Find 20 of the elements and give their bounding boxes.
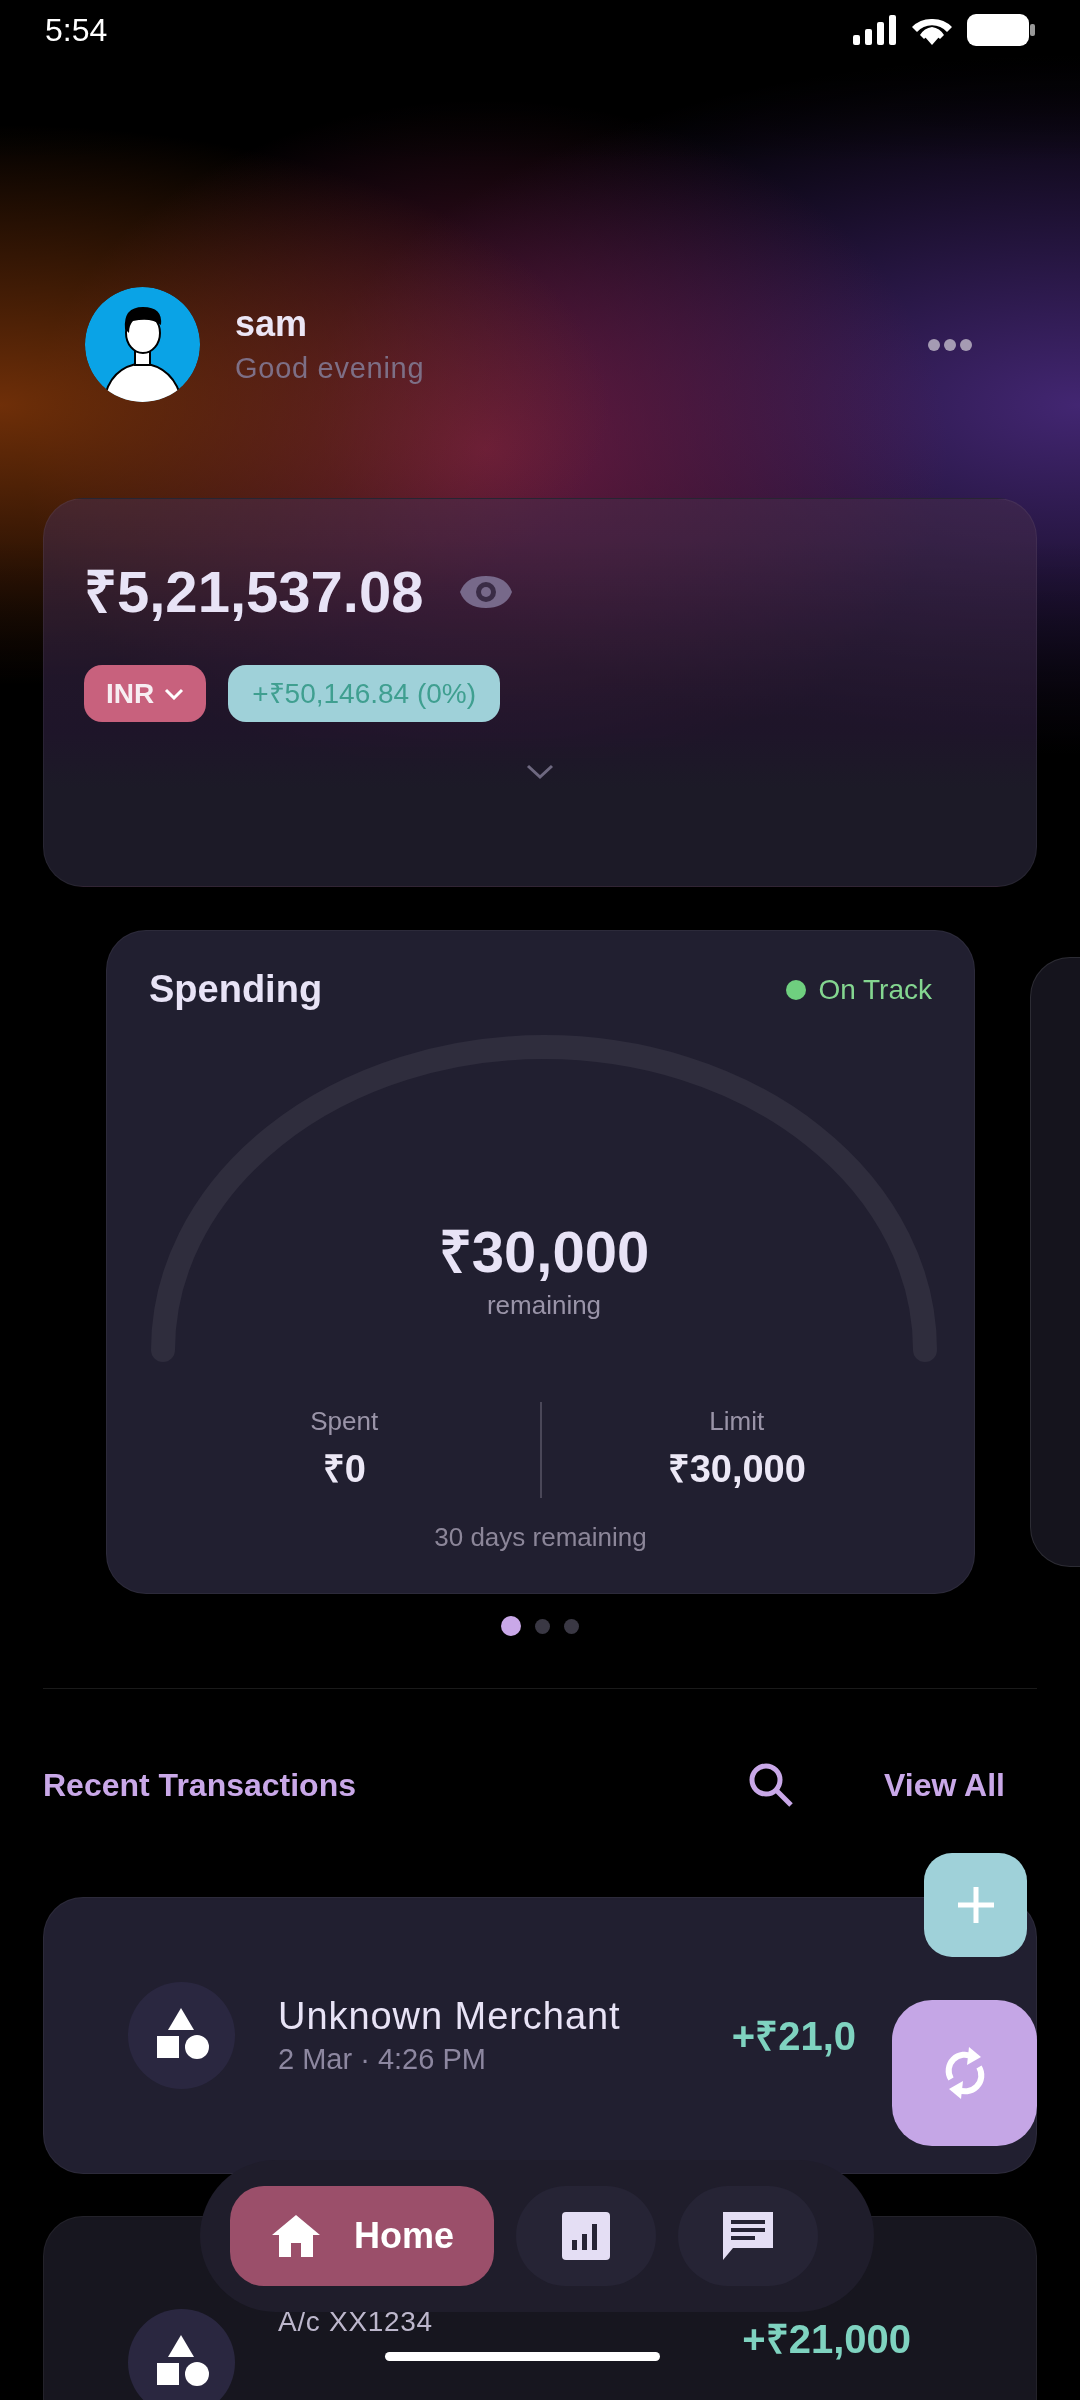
- transaction-amount: +₹21,000: [742, 2316, 911, 2363]
- merchant-name: Unknown Merchant: [278, 1993, 621, 2039]
- section-title: Recent Transactions: [43, 1766, 356, 1805]
- limit-value: ₹30,000: [667, 1447, 806, 1492]
- limit-label: Limit: [709, 1405, 765, 1438]
- remaining-label: remaining: [486, 1289, 602, 1322]
- days-remaining: 30 days remaining: [434, 1521, 647, 1554]
- spent-value: ₹0: [322, 1447, 366, 1492]
- spent-label: Spent: [310, 1405, 379, 1438]
- status-time: 5:54: [45, 11, 108, 50]
- status-label: On Track: [818, 972, 932, 1007]
- card-title: Spending: [149, 967, 323, 1012]
- greeting: Good evening: [235, 350, 425, 386]
- change-badge: +₹50,146.84 (0%): [228, 665, 501, 722]
- transaction-amount: +₹21,0: [731, 2012, 856, 2060]
- transaction-date: 2 Mar · 4:26 PM: [278, 2041, 487, 2077]
- user-name: sam: [235, 301, 309, 346]
- balance-amount: ₹5,21,537.08: [84, 558, 424, 626]
- merchant-name: A/c XX1234: [278, 2309, 433, 2335]
- remaining-amount: ₹30,000: [438, 1218, 650, 1286]
